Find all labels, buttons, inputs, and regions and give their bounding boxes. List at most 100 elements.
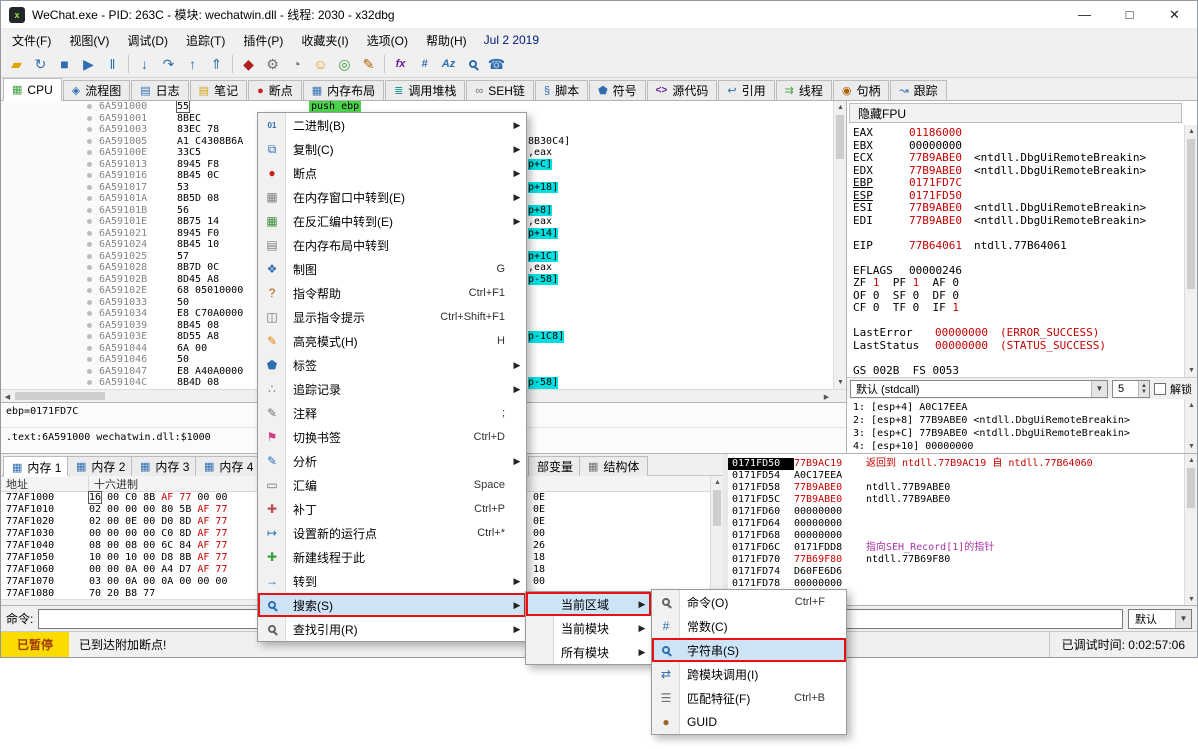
breakpoint-dot-icon[interactable]: [87, 127, 92, 132]
breakpoint-gutter[interactable]: [1, 354, 99, 366]
breakpoint-gutter[interactable]: [1, 228, 99, 240]
breakpoint-gutter[interactable]: [1, 113, 99, 125]
registers-scrollbar[interactable]: ▲ ▼: [1184, 125, 1197, 377]
spinner-arrows-icon[interactable]: ▲▼: [1138, 381, 1149, 397]
tab-script[interactable]: §脚本: [535, 80, 588, 100]
menu-trace[interactable]: 追踪(T): [177, 29, 234, 52]
step-over-icon[interactable]: ↷: [157, 53, 180, 75]
execute-till-return-icon[interactable]: ↑: [181, 53, 204, 75]
run-to-user-code-icon[interactable]: ⇑: [205, 53, 228, 75]
breakpoint-gutter[interactable]: [1, 147, 99, 159]
menu-item-toggle-bookmark[interactable]: ⚑切换书签Ctrl+D: [258, 425, 526, 449]
tab-memory-map[interactable]: ▦内存布局: [303, 80, 384, 100]
menu-item-new-thread-here[interactable]: ✚新建线程于此: [258, 545, 526, 569]
tab-cpu[interactable]: ▦CPU: [3, 78, 62, 101]
menu-item-find-references[interactable]: 查找引用(R)▶: [258, 617, 526, 641]
breakpoint-dot-icon[interactable]: [87, 139, 92, 144]
submenu-item-pattern[interactable]: ☰匹配特征(F)Ctrl+B: [652, 686, 846, 710]
menu-item-trace-record[interactable]: ∴追踪记录▶: [258, 377, 526, 401]
register-row[interactable]: LastStatus00000000(STATUS_SUCCESS): [853, 340, 1182, 353]
register-row[interactable]: ESI77B9ABE0<ntdll.DbgUiRemoteBreakin>: [853, 202, 1182, 215]
menu-item-assemble[interactable]: ▭汇编Space: [258, 473, 526, 497]
register-row[interactable]: EAX01186000: [853, 127, 1182, 140]
tab-trace[interactable]: ↝跟踪: [890, 80, 946, 100]
scrollbar-thumb[interactable]: [1187, 468, 1195, 508]
submenu-item-current-module[interactable]: 当前模块▶: [526, 616, 651, 640]
dump-tab-memory-4[interactable]: ▦内存 4: [195, 456, 262, 476]
breakpoint-gutter[interactable]: [1, 101, 99, 113]
stack-row[interactable]: 0171FD6000000000: [728, 506, 1197, 518]
topmost-icon[interactable]: ◎: [333, 53, 356, 75]
breakpoint-gutter[interactable]: [1, 308, 99, 320]
stack-row[interactable]: 0171FD5C77B9ABE0ntdll.77B9ABE0: [728, 494, 1197, 506]
argument-row[interactable]: 1: [esp+4] A0C17EEA: [853, 401, 1182, 414]
register-row[interactable]: GS 002B FS 0053: [853, 365, 1182, 378]
breakpoint-dot-icon[interactable]: [87, 334, 92, 339]
breakpoint-dot-icon[interactable]: [87, 265, 92, 270]
breakpoint-gutter[interactable]: [1, 331, 99, 343]
register-gap[interactable]: [853, 252, 1182, 265]
breakpoint-dot-icon[interactable]: [87, 185, 92, 190]
breakpoint-gutter[interactable]: [1, 205, 99, 217]
breakpoint-gutter[interactable]: [1, 366, 99, 378]
breakpoint-dot-icon[interactable]: [87, 323, 92, 328]
stack-row[interactable]: 0171FD5077B9AC19返回到 ntdll.77B9AC19 自 ntd…: [728, 458, 1197, 470]
tab-symbols[interactable]: ⬟符号: [589, 80, 646, 100]
submenu-item-current-region[interactable]: 当前区域▶: [526, 592, 651, 616]
chevron-down-icon[interactable]: ▼: [1175, 610, 1191, 628]
tab-graph[interactable]: ◈流程图: [63, 80, 130, 100]
search-toolbar-icon[interactable]: [461, 53, 484, 75]
menu-item-follow-in-memory-map[interactable]: ▤在内存布局中转到: [258, 233, 526, 257]
register-gap[interactable]: [853, 227, 1182, 240]
stack-scrollbar[interactable]: ▲ ▼: [1184, 454, 1197, 606]
breakpoint-gutter[interactable]: [1, 285, 99, 297]
fx-icon[interactable]: fx: [389, 53, 412, 75]
attach-icon[interactable]: ☎: [485, 53, 508, 75]
menu-item-search[interactable]: 搜索(S)▶: [258, 593, 526, 617]
breakpoint-dot-icon[interactable]: [87, 369, 92, 374]
minimize-button[interactable]: —: [1062, 1, 1107, 29]
menu-item-binary[interactable]: 01二进制(B)▶: [258, 113, 526, 137]
breakpoint-dot-icon[interactable]: [87, 104, 92, 109]
submenu-item-all-modules[interactable]: 所有模块▶: [526, 640, 651, 664]
breakpoint-dot-icon[interactable]: [87, 300, 92, 305]
breakpoint-dot-icon[interactable]: [87, 196, 92, 201]
breakpoint-dot-icon[interactable]: [87, 346, 92, 351]
tab-breakpoints[interactable]: ●断点: [248, 80, 302, 100]
breakpoint-gutter[interactable]: [1, 343, 99, 355]
tab-log[interactable]: ▤日志: [131, 80, 188, 100]
breakpoint-dot-icon[interactable]: [87, 242, 92, 247]
command-profile-select[interactable]: 默认 ▼: [1128, 609, 1192, 629]
register-row[interactable]: LastError00000000(ERROR_SUCCESS): [853, 327, 1182, 340]
argument-row[interactable]: 3: [esp+C] 77B9ABE0 <ntdll.DbgUiRemoteBr…: [853, 427, 1182, 440]
breakpoint-gutter[interactable]: [1, 320, 99, 332]
dump-scrollbar[interactable]: ▲ ▼: [710, 476, 723, 600]
menu-item-set-new-origin[interactable]: ↦设置新的运行点Ctrl+*: [258, 521, 526, 545]
dump-tab-memory-2[interactable]: ▦内存 2: [67, 456, 134, 476]
scroll-down-icon[interactable]: ▼: [1185, 440, 1198, 453]
breakpoint-dot-icon[interactable]: [87, 380, 92, 385]
breakpoint-gutter[interactable]: [1, 262, 99, 274]
menu-item-instruction-help[interactable]: ?指令帮助Ctrl+F1: [258, 281, 526, 305]
pause-icon[interactable]: ‖: [101, 53, 124, 75]
breakpoint-gutter[interactable]: [1, 216, 99, 228]
disasm-row[interactable]: 6A59100055push ebp: [1, 101, 833, 113]
breakpoint-gutter[interactable]: [1, 297, 99, 309]
breakpoint-gutter[interactable]: [1, 124, 99, 136]
stack-row[interactable]: 0171FD74D60FE6D6: [728, 566, 1197, 578]
breakpoint-dot-icon[interactable]: [87, 277, 92, 282]
register-row[interactable]: EDI77B9ABE0<ntdll.DbgUiRemoteBreakin>: [853, 215, 1182, 228]
menu-options[interactable]: 选项(O): [358, 29, 417, 52]
tab-call-stack[interactable]: ≣调用堆栈: [385, 80, 465, 100]
stack-row[interactable]: 0171FD54A0C17EEA: [728, 470, 1197, 482]
stack-row[interactable]: 0171FD6C0171FDD8指向SEH_Record[1]的指针: [728, 542, 1197, 554]
argument-row[interactable]: 4: [esp+10] 00000000: [853, 440, 1182, 453]
menu-item-graph[interactable]: ❖制图G: [258, 257, 526, 281]
maximize-button[interactable]: □: [1107, 1, 1152, 29]
menu-item-label[interactable]: ⬟标签▶: [258, 353, 526, 377]
breakpoint-dot-icon[interactable]: [87, 150, 92, 155]
arg-count-spinner[interactable]: 5 ▲▼: [1112, 380, 1150, 398]
submenu-item-string[interactable]: 字符串(S): [652, 638, 846, 662]
menu-item-show-mnemonic-brief[interactable]: ◫显示指令提示Ctrl+Shift+F1: [258, 305, 526, 329]
disasm-vertical-scrollbar[interactable]: ▲ ▼: [833, 101, 846, 389]
